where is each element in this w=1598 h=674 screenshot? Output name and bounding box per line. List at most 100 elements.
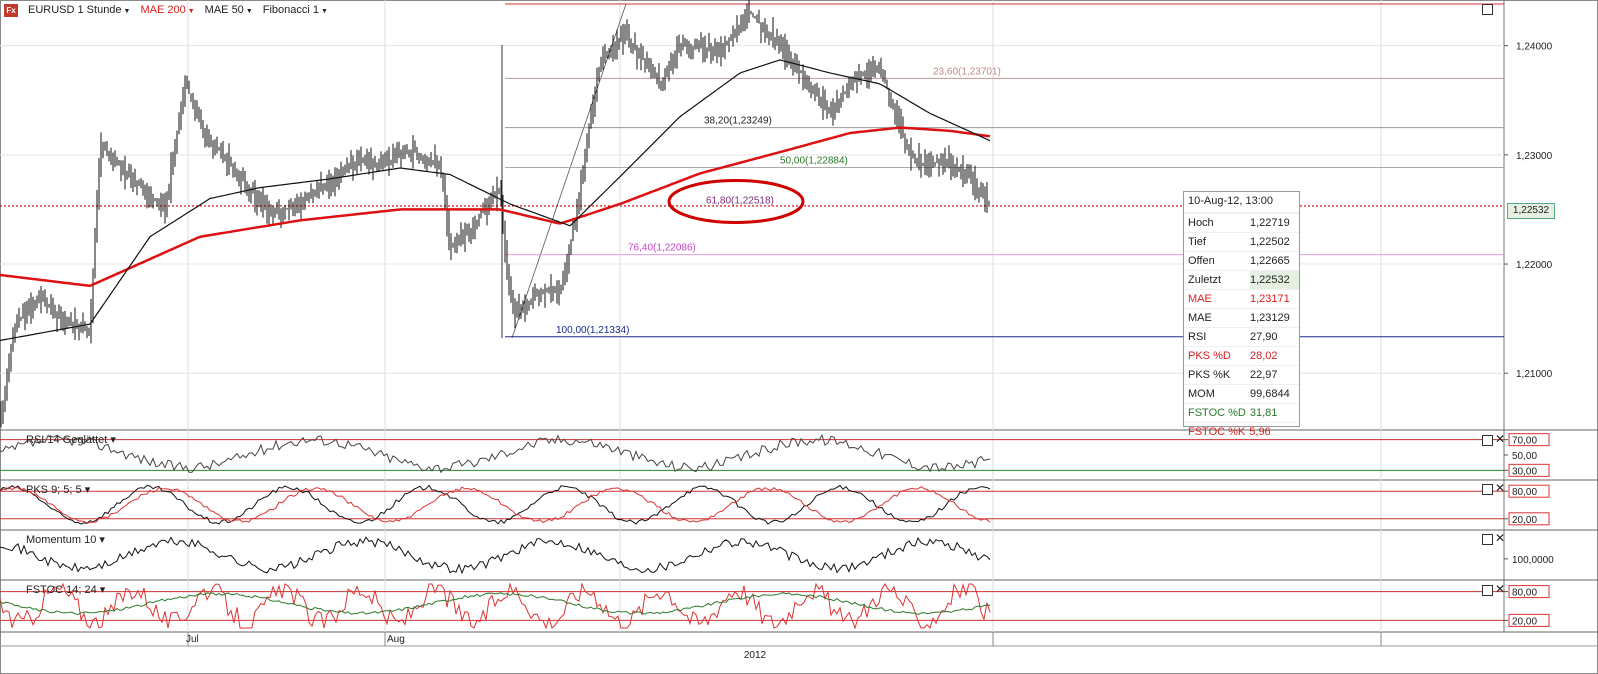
fibonacci-level-label: 76,40(1,22086)	[628, 243, 696, 254]
indicator-tick-label: 30,00	[1512, 466, 1537, 477]
price-tick-label: 1,24000	[1516, 42, 1553, 53]
info-row-value: 1,22665	[1250, 255, 1290, 267]
chevron-down-icon: ▼	[245, 8, 253, 15]
info-row-value: 1,23129	[1250, 312, 1290, 324]
fibonacci-level-label: 50,00(1,22884)	[780, 156, 848, 167]
info-row-key: Tief	[1188, 236, 1206, 248]
info-row: RSI 27,90	[1184, 327, 1299, 346]
momentum-maximize-icon[interactable]	[1482, 534, 1493, 545]
chart-canvas[interactable]: 1,24000 1,23000 1,22000 1,21000 23,60(1,2370…	[0, 0, 1598, 674]
fibonacci-level-label: 23,60(1,23701)	[933, 66, 1001, 77]
info-row: MOM 99,6844	[1184, 384, 1299, 403]
price-tick-label: 1,23000	[1516, 151, 1553, 162]
indicator-tick-label: 80,00	[1512, 588, 1537, 599]
info-row: Tief 1,22502	[1184, 232, 1299, 251]
info-row-value: 99,6844	[1250, 388, 1290, 400]
info-row-value: 28,02	[1250, 350, 1278, 362]
price-tick-label: 1,21000	[1516, 369, 1553, 380]
info-row: Offen 1,22665	[1184, 251, 1299, 270]
info-row-value: 5,96	[1249, 426, 1271, 438]
info-row: PKS %D 28,02	[1184, 346, 1299, 365]
chart-header: Fx EURUSD 1 Stunde ▼ MAE 200 ▼ MAE 50 ▼ Fib…	[0, 2, 328, 18]
mae50-dropdown[interactable]: MAE 50 ▼	[205, 4, 253, 16]
indicator-tick-label: 50,00	[1512, 451, 1537, 462]
momentum-line	[0, 536, 991, 575]
info-row-key: MAE	[1188, 293, 1212, 305]
fstoc-label-text: FSTOC 14; 24	[26, 584, 97, 596]
info-row-value: 1,22532	[1250, 271, 1299, 289]
info-row-key: RSI	[1188, 331, 1207, 343]
price-bars	[0, 0, 990, 428]
chevron-down-icon: ▼	[123, 8, 131, 15]
info-row-key: PKS %K	[1188, 369, 1231, 381]
momentum-panel-label[interactable]: Momentum 10 ▾	[26, 533, 105, 546]
info-row: MAE 1,23129	[1184, 308, 1299, 327]
pks-maximize-icon[interactable]	[1482, 484, 1493, 495]
pks-close-icon[interactable]: ✕	[1495, 482, 1505, 494]
mae50-label: MAE 50	[204, 4, 244, 16]
info-row-value: 27,90	[1250, 331, 1278, 343]
indicator-tick-label: 20,00	[1512, 515, 1537, 526]
pks-panel-label[interactable]: PKS 9; 5; 5 ▾	[26, 483, 90, 496]
fx-logo-icon: Fx	[4, 3, 18, 17]
fibonacci-label: Fibonacci 1	[262, 4, 320, 16]
fibonacci-level-label: 100,00(1,21334)	[556, 325, 629, 336]
chevron-down-icon: ▼	[321, 8, 328, 15]
info-row-value: 22,97	[1250, 369, 1278, 381]
fstoc-maximize-icon[interactable]	[1482, 585, 1493, 596]
info-row: Zuletzt 1,22532	[1184, 270, 1299, 289]
info-row-key: Hoch	[1188, 217, 1214, 229]
info-row-key: MOM	[1188, 388, 1215, 400]
year-axis-label: 2012	[744, 650, 767, 661]
fibonacci-dropdown[interactable]: Fibonacci 1 ▼	[263, 4, 328, 16]
fstoc-k-line	[0, 582, 991, 630]
fibonacci-level-label: 61,80(1,22518)	[706, 195, 774, 206]
pks-label-text: PKS 9; 5; 5	[26, 484, 82, 496]
info-row: MAE 1,23171	[1184, 289, 1299, 308]
indicator-tick-label: 20,00	[1512, 616, 1537, 627]
momentum-close-icon[interactable]: ✕	[1495, 532, 1505, 544]
last-price-tag: 1,22532	[1507, 203, 1555, 219]
symbol-dropdown[interactable]: EURUSD 1 Stunde ▼	[28, 4, 130, 16]
fstoc-d-line	[0, 592, 991, 616]
fibonacci-level-label: 38,20(1,23249)	[704, 116, 772, 127]
symbol-label: EURUSD 1 Stunde	[28, 4, 122, 16]
info-row-key: Zuletzt	[1188, 274, 1222, 286]
info-row-key: FSTOC %K	[1188, 426, 1246, 438]
time-axis-label: Aug	[387, 634, 405, 645]
indicator-tick-label: 80,00	[1512, 487, 1537, 498]
info-row: FSTOC %K 5,96	[1184, 422, 1299, 441]
info-row-value: 1,22719	[1250, 217, 1290, 229]
info-row: PKS %K 22,97	[1184, 365, 1299, 384]
mae200-dropdown[interactable]: MAE 200 ▼	[140, 4, 194, 16]
info-row-value: 1,22502	[1250, 236, 1290, 248]
info-row-key: PKS %D	[1188, 350, 1231, 362]
chevron-down-icon: ▼	[187, 8, 195, 15]
info-row: Hoch 1,22719	[1184, 213, 1299, 232]
info-box-rows: Hoch 1,22719 Tief 1,22502 Offen 1,22665 Zuletz…	[1184, 213, 1299, 441]
pks-d-line	[0, 486, 991, 524]
rsi-close-icon[interactable]: ✕	[1495, 433, 1505, 445]
maximize-icon[interactable]	[1482, 4, 1493, 15]
momentum-label-text: Momentum 10	[26, 534, 97, 546]
mae200-label: MAE 200	[140, 4, 186, 16]
rsi-label-text: RSI 14 Geglättet	[26, 434, 108, 446]
info-row-value: 1,23171	[1250, 293, 1290, 305]
time-axis-label: Jul	[186, 634, 199, 645]
fstoc-close-icon[interactable]: ✕	[1495, 583, 1505, 595]
rsi-panel-label[interactable]: RSI 14 Geglättet ▾	[26, 433, 116, 446]
chart-window: 1,24000 1,23000 1,22000 1,21000 23,60(1,2370…	[0, 0, 1598, 674]
info-box-title: 10-Aug-12, 13:00	[1184, 192, 1299, 213]
info-row: FSTOC %D 31,81	[1184, 403, 1299, 422]
rsi-line	[0, 433, 991, 474]
indicator-tick-label: 70,00	[1512, 436, 1537, 447]
info-row-key: Offen	[1188, 255, 1215, 267]
price-tick-label: 1,22000	[1516, 260, 1553, 271]
ohlc-info-box: 10-Aug-12, 13:00 Hoch 1,22719 Tief 1,22502 O…	[1183, 191, 1300, 438]
info-row-value: 31,81	[1249, 407, 1278, 419]
indicator-tick-label: 100,0000	[1512, 555, 1554, 566]
fstoc-panel-label[interactable]: FSTOC 14; 24 ▾	[26, 583, 105, 596]
rsi-maximize-icon[interactable]	[1482, 435, 1493, 446]
info-row-key: FSTOC %D	[1188, 407, 1246, 419]
info-row-key: MAE	[1188, 312, 1212, 324]
